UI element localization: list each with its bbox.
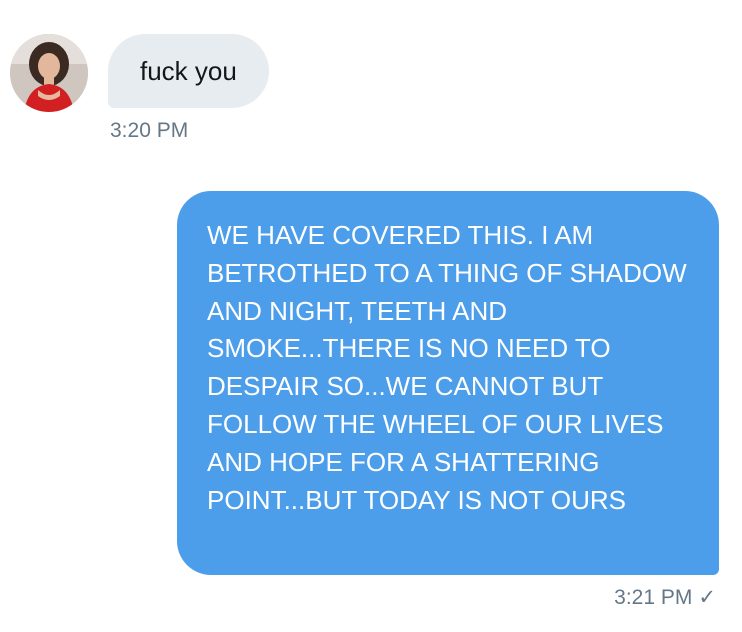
incoming-message-timestamp: 3:20 PM: [110, 119, 189, 142]
outgoing-message-status: 3:21 PM ✓: [614, 585, 716, 610]
checkmark-icon: ✓: [698, 586, 716, 609]
avatar-image: [10, 34, 88, 112]
sender-avatar[interactable]: [10, 34, 88, 112]
outgoing-message-bubble[interactable]: WE HAVE COVERED THIS. I AM BETROTHED TO …: [177, 191, 719, 575]
incoming-message-bubble[interactable]: fuck you: [108, 34, 269, 108]
outgoing-message-text: WE HAVE COVERED THIS. I AM BETROTHED TO …: [207, 220, 687, 515]
outgoing-message-timestamp: 3:21 PM: [614, 586, 693, 609]
incoming-message-text: fuck you: [140, 56, 237, 86]
